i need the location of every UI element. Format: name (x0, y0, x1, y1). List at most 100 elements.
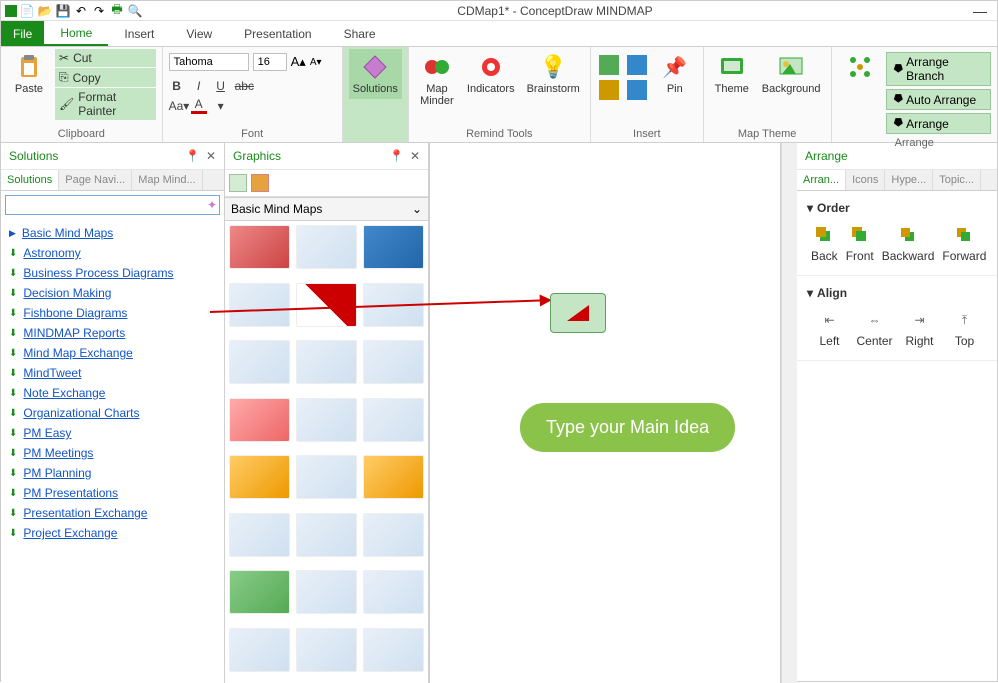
file-menu[interactable]: File (1, 21, 44, 46)
insert-callout-icon[interactable] (627, 55, 647, 75)
format-painter-button[interactable]: 🖌Format Painter (55, 88, 156, 120)
font-color-button[interactable]: A (191, 97, 207, 114)
underline-button[interactable]: U (213, 79, 229, 93)
indicators-button[interactable]: Indicators (463, 49, 519, 99)
solutions-search[interactable]: ✦ (5, 195, 220, 215)
vertical-scrollbar[interactable] (781, 143, 797, 683)
open-icon[interactable]: 📂 (37, 3, 53, 19)
clipart-item[interactable] (296, 283, 357, 327)
clipart-item[interactable] (229, 628, 290, 672)
pin-icon[interactable]: 📍 (389, 149, 404, 163)
arrange-big-button[interactable] (838, 49, 882, 85)
undo-icon[interactable]: ↶ (73, 3, 89, 19)
list-item[interactable]: ⬇Project Exchange (9, 523, 216, 543)
clipart-item[interactable] (296, 225, 357, 269)
redo-icon[interactable]: ↷ (91, 3, 107, 19)
brainstorm-button[interactable]: 💡Brainstorm (523, 49, 584, 99)
clipart-item[interactable] (296, 340, 357, 384)
minimize-button[interactable]: — (963, 3, 997, 19)
clipart-item[interactable] (229, 225, 290, 269)
shrink-font-icon[interactable]: A▾ (310, 57, 322, 68)
clipart-item[interactable] (229, 340, 290, 384)
paste-button[interactable]: Paste (7, 49, 51, 99)
arrange-button[interactable]: ⯂Arrange (886, 113, 992, 134)
insert-subtopic-icon[interactable] (599, 80, 619, 100)
align-center-button[interactable]: ⇔Center (856, 310, 893, 348)
list-item[interactable]: ⬇PM Meetings (9, 443, 216, 463)
clipart-item[interactable] (296, 513, 357, 557)
list-item[interactable]: ⬇Organizational Charts (9, 403, 216, 423)
list-item[interactable]: ⬇PM Presentations (9, 483, 216, 503)
clipart-item[interactable] (296, 570, 357, 614)
list-item[interactable]: ⬇PM Planning (9, 463, 216, 483)
cut-button[interactable]: ✂Cut (55, 49, 156, 67)
pin-button[interactable]: 📌Pin (653, 49, 697, 99)
print-icon[interactable]: 🖶 (109, 3, 125, 19)
map-minder-button[interactable]: Map Minder (415, 49, 459, 111)
clipart-item[interactable] (229, 283, 290, 327)
collapse-icon[interactable]: ▾ (807, 286, 813, 300)
graphics-category[interactable]: Basic Mind Maps⌄ (225, 197, 428, 221)
clipart-item[interactable] (229, 455, 290, 499)
background-button[interactable]: Background (758, 49, 825, 99)
subtab-arrange[interactable]: Arran... (797, 170, 846, 190)
preview-icon[interactable]: 🔍 (127, 3, 143, 19)
clipart-item[interactable] (363, 340, 424, 384)
subtab-topic[interactable]: Topic... (933, 170, 981, 190)
auto-arrange-button[interactable]: ⯂Auto Arrange (886, 89, 992, 110)
list-item[interactable]: ⬇Note Exchange (9, 383, 216, 403)
order-front-button[interactable]: Front (846, 225, 874, 263)
subtab-icons[interactable]: Icons (846, 170, 885, 190)
list-item[interactable]: ⬇Astronomy (9, 243, 216, 263)
view-list-icon[interactable] (251, 174, 269, 192)
tab-view[interactable]: View (170, 21, 228, 46)
grow-font-icon[interactable]: A▴ (291, 54, 306, 70)
clipart-item[interactable] (296, 398, 357, 442)
list-item[interactable]: ⬇Fishbone Diagrams (9, 303, 216, 323)
order-forward-button[interactable]: Forward (942, 225, 986, 263)
order-backward-button[interactable]: Backward (882, 225, 935, 263)
insert-topic-icon[interactable] (599, 55, 619, 75)
close-icon[interactable]: ✕ (410, 149, 420, 163)
view-grid-icon[interactable] (229, 174, 247, 192)
list-item[interactable]: ⬇Business Process Diagrams (9, 263, 216, 283)
clipart-item[interactable] (363, 628, 424, 672)
list-item[interactable]: ⬇MINDMAP Reports (9, 323, 216, 343)
canvas[interactable]: Type your Main Idea (429, 143, 781, 683)
align-left-button[interactable]: ⇤Left (811, 310, 848, 348)
solutions-button[interactable]: Solutions (349, 49, 402, 99)
clipart-item[interactable] (229, 570, 290, 614)
main-idea-topic[interactable]: Type your Main Idea (520, 403, 735, 452)
clipart-item[interactable] (363, 570, 424, 614)
collapse-icon[interactable]: ▾ (807, 201, 813, 215)
list-item[interactable]: ⬇Decision Making (9, 283, 216, 303)
list-item[interactable]: ⬇Presentation Exchange (9, 503, 216, 523)
clipart-item[interactable] (229, 513, 290, 557)
clipart-item[interactable] (296, 455, 357, 499)
strike-button[interactable]: abc (235, 79, 251, 93)
align-top-button[interactable]: ⤒Top (946, 310, 983, 348)
font-color-dropdown[interactable]: ▾ (213, 99, 229, 113)
clipart-item[interactable] (363, 398, 424, 442)
tab-home[interactable]: Home (44, 21, 108, 46)
order-back-button[interactable]: Back (811, 225, 838, 263)
clipart-item[interactable] (296, 628, 357, 672)
dropped-clipart[interactable] (550, 293, 606, 333)
tab-presentation[interactable]: Presentation (228, 21, 327, 46)
clipart-item[interactable] (363, 513, 424, 557)
tab-share[interactable]: Share (328, 21, 392, 46)
font-family-select[interactable]: Tahoma (169, 53, 249, 71)
copy-button[interactable]: ⎘Copy (55, 68, 156, 87)
insert-boundary-icon[interactable] (627, 80, 647, 100)
subtab-page-navi[interactable]: Page Navi... (59, 170, 132, 190)
list-item[interactable]: ⬇PM Easy (9, 423, 216, 443)
new-icon[interactable]: 📄 (19, 3, 35, 19)
save-icon[interactable]: 💾 (55, 3, 71, 19)
clipart-item[interactable] (229, 398, 290, 442)
wand-icon[interactable]: ✦ (205, 196, 219, 214)
tab-insert[interactable]: Insert (108, 21, 170, 46)
subtab-hyperlinks[interactable]: Hype... (885, 170, 933, 190)
search-input[interactable] (6, 196, 205, 214)
align-right-button[interactable]: ⇥Right (901, 310, 938, 348)
list-item[interactable]: ⬇MindTweet (9, 363, 216, 383)
